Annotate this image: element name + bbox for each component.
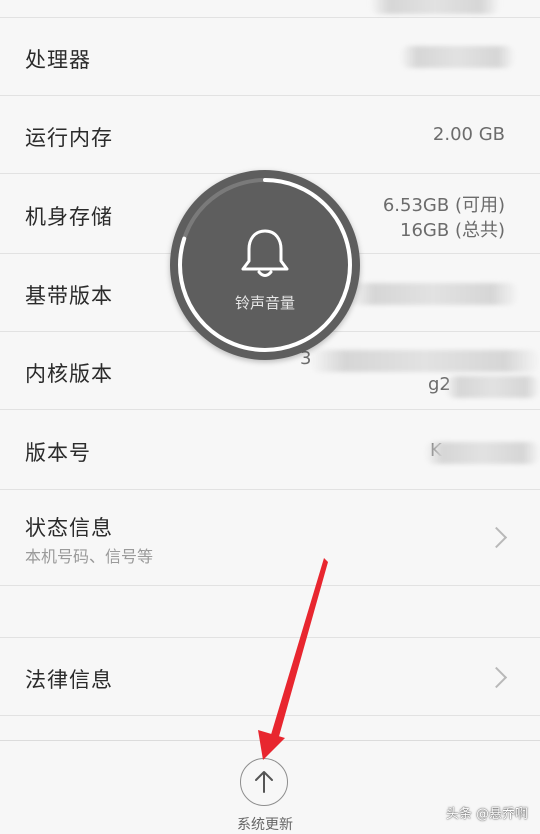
redacted-value xyxy=(370,0,500,14)
row-sublabel: 本机号码、信号等 xyxy=(25,547,154,566)
volume-popup-label: 铃声音量 xyxy=(234,294,295,312)
redacted-value xyxy=(400,46,515,68)
row-legal-info[interactable]: 法律信息 xyxy=(0,638,540,716)
watermark: 头条 @悬乔啊 xyxy=(445,807,528,822)
row-label: 内核版本 xyxy=(25,362,113,386)
row-label: 状态信息 xyxy=(25,516,113,540)
row-value-total: 16GB (总共) xyxy=(400,220,505,241)
bell-icon xyxy=(241,229,289,277)
chevron-right-icon xyxy=(485,526,508,549)
section-spacer xyxy=(0,586,540,638)
row-label: 机身存储 xyxy=(25,205,113,229)
top-partial-row xyxy=(0,0,540,18)
row-value: 2.00 GB xyxy=(432,124,505,145)
row-status-info[interactable]: 状态信息 本机号码、信号等 xyxy=(0,490,540,586)
row-label: 处理器 xyxy=(25,48,91,72)
redacted-value xyxy=(425,442,540,464)
chevron-right-icon xyxy=(485,666,508,689)
row-label: 法律信息 xyxy=(25,668,113,692)
volume-popup[interactable]: 铃声音量 xyxy=(170,170,360,360)
row-label: 基带版本 xyxy=(25,284,113,308)
redacted-value xyxy=(445,376,540,398)
row-processor: 处理器 xyxy=(0,18,540,96)
row-build-number: 版本号 K xyxy=(0,410,540,490)
row-label: 运行内存 xyxy=(25,126,113,150)
system-update-button[interactable] xyxy=(240,758,288,806)
row-value-available: 6.53GB (可用) xyxy=(382,195,505,216)
row-label: 版本号 xyxy=(25,441,91,465)
row-ram: 运行内存 2.00 GB xyxy=(0,96,540,174)
arrow-up-icon xyxy=(255,771,273,793)
redacted-value xyxy=(348,283,518,305)
